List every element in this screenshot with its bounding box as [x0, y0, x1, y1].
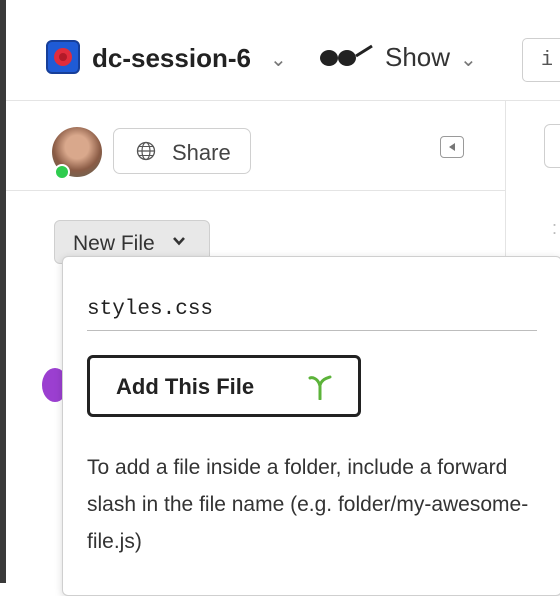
chevron-down-icon: [173, 237, 185, 246]
new-file-button-label: New File: [73, 232, 155, 255]
editor-gutter-partial: :: [552, 218, 558, 238]
nested-file-hint: To add a file inside a folder, include a…: [87, 456, 529, 553]
add-this-file-button[interactable]: Add This File: [87, 355, 361, 417]
online-status-icon: [54, 164, 70, 180]
chevron-down-icon[interactable]: ⌄: [460, 47, 477, 72]
globe-icon: [136, 141, 156, 161]
sprout-icon: [308, 375, 332, 400]
editor-toolbar-button-partial[interactable]: [544, 124, 560, 168]
project-name[interactable]: dc-session-6: [92, 43, 251, 74]
add-this-file-label: Add This File: [116, 374, 255, 399]
share-button[interactable]: Share: [113, 128, 251, 174]
search-input-partial[interactable]: i: [522, 38, 560, 82]
project-logo-icon[interactable]: [46, 40, 80, 74]
collapse-sidebar-icon[interactable]: [440, 136, 464, 158]
file-name-input[interactable]: [87, 295, 537, 331]
new-file-popover: Add This File To add a file inside a fol…: [62, 256, 560, 596]
chevron-down-icon[interactable]: ⌄: [270, 47, 287, 72]
sidebar-divider: [6, 190, 505, 191]
glasses-icon[interactable]: [318, 44, 374, 68]
share-button-label: Share: [172, 140, 231, 165]
show-menu-label[interactable]: Show: [385, 42, 450, 73]
